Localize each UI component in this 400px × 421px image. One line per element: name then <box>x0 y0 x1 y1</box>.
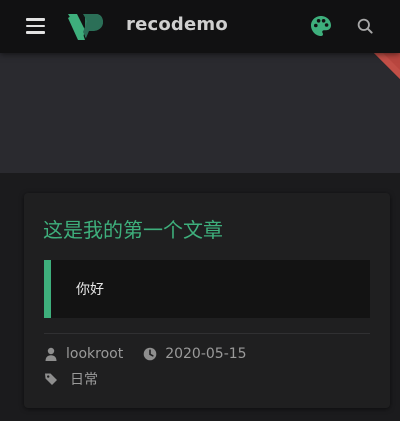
palette-icon[interactable] <box>310 15 332 37</box>
corner-ribbon-icon <box>374 53 400 79</box>
post-date-text: 2020-05-15 <box>165 346 247 362</box>
post-tag: 日常 <box>44 369 98 389</box>
post-author: lookroot <box>44 346 123 362</box>
search-icon[interactable] <box>357 18 373 34</box>
post-card: 这是我的第一个文章 你好 lookroot 2020-05-15 日常 <box>24 193 390 408</box>
reco-logo-icon[interactable] <box>66 10 104 43</box>
post-tag-link[interactable]: 日常 <box>70 369 98 389</box>
tag-icon <box>44 372 58 386</box>
hamburger-menu-icon[interactable] <box>26 17 46 35</box>
post-title[interactable]: 这是我的第一个文章 <box>43 214 223 243</box>
post-excerpt-text: 你好 <box>76 282 104 298</box>
navbar: recodemo <box>0 0 400 53</box>
hero-banner <box>0 53 400 173</box>
post-date: 2020-05-15 <box>143 346 247 362</box>
divider <box>44 333 370 334</box>
user-icon <box>44 347 58 361</box>
site-name[interactable]: recodemo <box>126 14 228 35</box>
post-tags: 日常 <box>44 370 98 388</box>
post-author-name: lookroot <box>66 346 124 362</box>
clock-icon <box>143 347 157 361</box>
post-meta: lookroot 2020-05-15 <box>44 345 247 363</box>
post-excerpt: 你好 <box>44 260 370 318</box>
